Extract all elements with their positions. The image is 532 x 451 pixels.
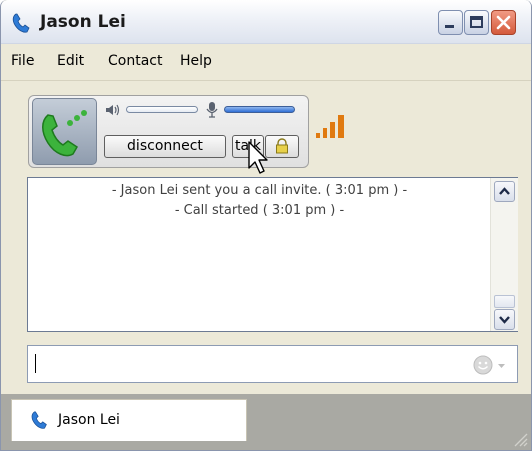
maximize-icon [470,16,483,28]
disconnect-button[interactable]: disconnect [104,135,226,158]
menu-file[interactable]: File [11,53,34,69]
smiley-icon[interactable] [472,354,512,376]
microphone-icon [206,102,218,118]
menu-contact[interactable]: Contact [108,53,162,69]
menu-bar: File Edit Contact Help [1,44,531,81]
resize-grip-icon[interactable] [511,430,529,448]
call-status-tile [32,98,97,165]
tab-jason-lei[interactable]: Jason Lei [11,399,247,441]
minimize-button[interactable] [438,10,463,35]
chevron-down-icon [499,316,510,324]
speaker-volume-slider[interactable] [126,106,198,113]
microphone-volume-slider[interactable] [224,106,295,113]
speaker-icon [106,104,120,116]
phone-call-icon [42,110,87,157]
maximize-button[interactable] [464,10,489,35]
minimize-icon [445,25,454,28]
scroll-down-button[interactable] [494,309,515,330]
mouse-cursor-icon [248,141,268,174]
scroll-thumb[interactable] [494,295,515,308]
conversation-log: - Jason Lei sent you a call invite. ( 3:… [27,177,518,332]
menu-edit[interactable]: Edit [57,53,84,69]
tab-label: Jason Lei [58,412,120,428]
scroll-up-button[interactable] [494,181,515,202]
text-caret [35,354,36,373]
log-line: - Jason Lei sent you a call invite. ( 3:… [111,183,408,198]
vertical-scrollbar[interactable] [490,178,518,331]
phone-icon [31,411,47,429]
chat-window: Jason Lei File Edit Contact Help disconn… [0,0,532,451]
close-icon [496,15,511,30]
window-title: Jason Lei [40,12,126,32]
close-button[interactable] [491,10,516,35]
message-input[interactable] [27,345,518,383]
title-bar[interactable]: Jason Lei [1,0,531,44]
menu-help[interactable]: Help [180,53,212,69]
log-line: - Call started ( 3:01 pm ) - [174,203,345,218]
phone-icon [12,13,30,33]
signal-strength-icon [316,115,344,138]
chevron-up-icon [499,187,510,195]
